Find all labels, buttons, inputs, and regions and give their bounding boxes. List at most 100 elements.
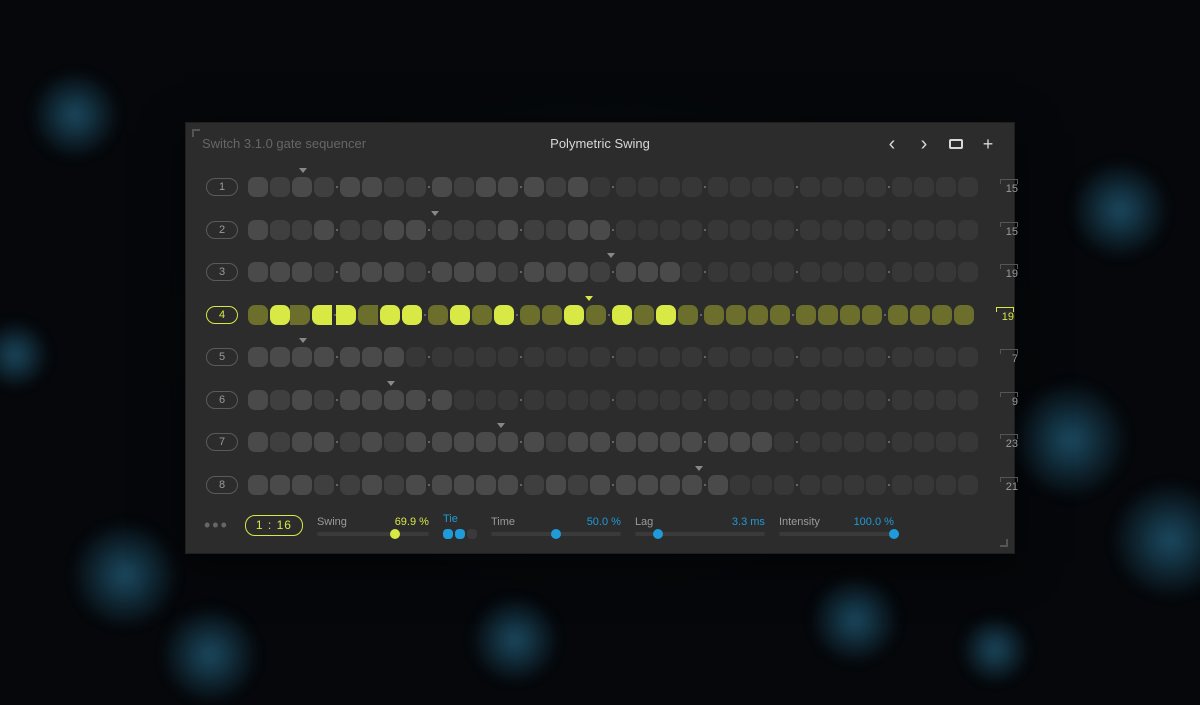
- track-length-value[interactable]: 19: [988, 264, 1018, 280]
- step-cell[interactable]: [936, 347, 956, 367]
- step-cell[interactable]: [590, 347, 610, 367]
- step-cell[interactable]: [914, 262, 934, 282]
- step-cell[interactable]: [546, 262, 566, 282]
- step-cell[interactable]: [840, 305, 860, 325]
- step-cell[interactable]: [682, 432, 702, 452]
- step-cell[interactable]: [638, 262, 658, 282]
- step-cell[interactable]: [314, 432, 334, 452]
- step-cell[interactable]: [314, 347, 334, 367]
- tie-dot-3[interactable]: [467, 529, 477, 539]
- step-cell[interactable]: [428, 305, 448, 325]
- step-cell[interactable]: [476, 220, 496, 240]
- step-cell[interactable]: [726, 305, 746, 325]
- step-cell[interactable]: [590, 390, 610, 410]
- step-cell[interactable]: [362, 432, 382, 452]
- step-cell[interactable]: [866, 347, 886, 367]
- step-cell[interactable]: [384, 177, 404, 197]
- step-cell[interactable]: [340, 262, 360, 282]
- step-cell[interactable]: [340, 347, 360, 367]
- step-cell[interactable]: [800, 432, 820, 452]
- maximize-button[interactable]: [946, 134, 966, 154]
- step-cell[interactable]: [314, 475, 334, 495]
- step-cell[interactable]: [406, 390, 426, 410]
- step-cell[interactable]: [292, 177, 312, 197]
- step-cell[interactable]: [752, 432, 772, 452]
- step-cell[interactable]: [248, 347, 268, 367]
- step-cell[interactable]: [822, 475, 842, 495]
- step-cell[interactable]: [384, 390, 404, 410]
- step-cell[interactable]: [270, 432, 290, 452]
- step-cell[interactable]: [774, 177, 794, 197]
- step-cell[interactable]: [730, 347, 750, 367]
- step-cell[interactable]: [358, 305, 378, 325]
- step-cell[interactable]: [524, 220, 544, 240]
- step-cell[interactable]: [844, 220, 864, 240]
- step-cell[interactable]: [862, 305, 882, 325]
- step-cell[interactable]: [362, 177, 382, 197]
- step-cell[interactable]: [822, 220, 842, 240]
- step-cell[interactable]: [406, 432, 426, 452]
- step-cell[interactable]: [314, 220, 334, 240]
- step-cell[interactable]: [708, 475, 728, 495]
- step-cell[interactable]: [936, 475, 956, 495]
- step-cell[interactable]: [752, 262, 772, 282]
- preset-name[interactable]: Polymetric Swing: [550, 136, 650, 151]
- step-cell[interactable]: [914, 347, 934, 367]
- step-cell[interactable]: [590, 177, 610, 197]
- step-cell[interactable]: [290, 305, 310, 325]
- step-cell[interactable]: [292, 220, 312, 240]
- step-cell[interactable]: [914, 220, 934, 240]
- step-cell[interactable]: [866, 432, 886, 452]
- step-cell[interactable]: [682, 177, 702, 197]
- step-cell[interactable]: [590, 220, 610, 240]
- step-cell[interactable]: [866, 390, 886, 410]
- step-cell[interactable]: [454, 220, 474, 240]
- step-cell[interactable]: [568, 432, 588, 452]
- step-cell[interactable]: [774, 432, 794, 452]
- step-cell[interactable]: [476, 177, 496, 197]
- track-length-value[interactable]: 21: [988, 477, 1018, 493]
- step-cell[interactable]: [406, 347, 426, 367]
- step-cell[interactable]: [708, 347, 728, 367]
- step-cell[interactable]: [340, 220, 360, 240]
- step-cell[interactable]: [730, 177, 750, 197]
- step-cell[interactable]: [270, 220, 290, 240]
- step-cell[interactable]: [844, 262, 864, 282]
- track-length-value[interactable]: 19: [984, 307, 1014, 323]
- step-cell[interactable]: [954, 305, 974, 325]
- step-cell[interactable]: [892, 347, 912, 367]
- step-cell[interactable]: [616, 220, 636, 240]
- step-cell[interactable]: [498, 390, 518, 410]
- step-cell[interactable]: [542, 305, 562, 325]
- step-cell[interactable]: [730, 262, 750, 282]
- track-select-button[interactable]: 2: [206, 221, 238, 239]
- track-select-button[interactable]: 7: [206, 433, 238, 451]
- intensity-slider-thumb[interactable]: [889, 529, 899, 539]
- tie-mode-selector[interactable]: [443, 529, 477, 539]
- step-cell[interactable]: [708, 262, 728, 282]
- step-cell[interactable]: [454, 432, 474, 452]
- step-cell[interactable]: [660, 177, 680, 197]
- step-cell[interactable]: [866, 475, 886, 495]
- step-cell[interactable]: [958, 347, 978, 367]
- step-cell[interactable]: [612, 305, 632, 325]
- step-cell[interactable]: [914, 432, 934, 452]
- track-select-button[interactable]: 4: [206, 306, 238, 324]
- step-cell[interactable]: [730, 220, 750, 240]
- track-length-value[interactable]: 15: [988, 179, 1018, 195]
- step-cell[interactable]: [638, 390, 658, 410]
- step-cell[interactable]: [638, 475, 658, 495]
- step-cell[interactable]: [472, 305, 492, 325]
- step-cell[interactable]: [432, 432, 452, 452]
- step-cell[interactable]: [730, 390, 750, 410]
- step-cell[interactable]: [292, 475, 312, 495]
- step-cell[interactable]: [638, 432, 658, 452]
- step-cell[interactable]: [844, 432, 864, 452]
- step-cell[interactable]: [660, 262, 680, 282]
- step-cell[interactable]: [546, 475, 566, 495]
- step-cell[interactable]: [292, 432, 312, 452]
- lag-slider[interactable]: [635, 532, 765, 536]
- step-cell[interactable]: [660, 390, 680, 410]
- step-cell[interactable]: [270, 262, 290, 282]
- step-cell[interactable]: [892, 475, 912, 495]
